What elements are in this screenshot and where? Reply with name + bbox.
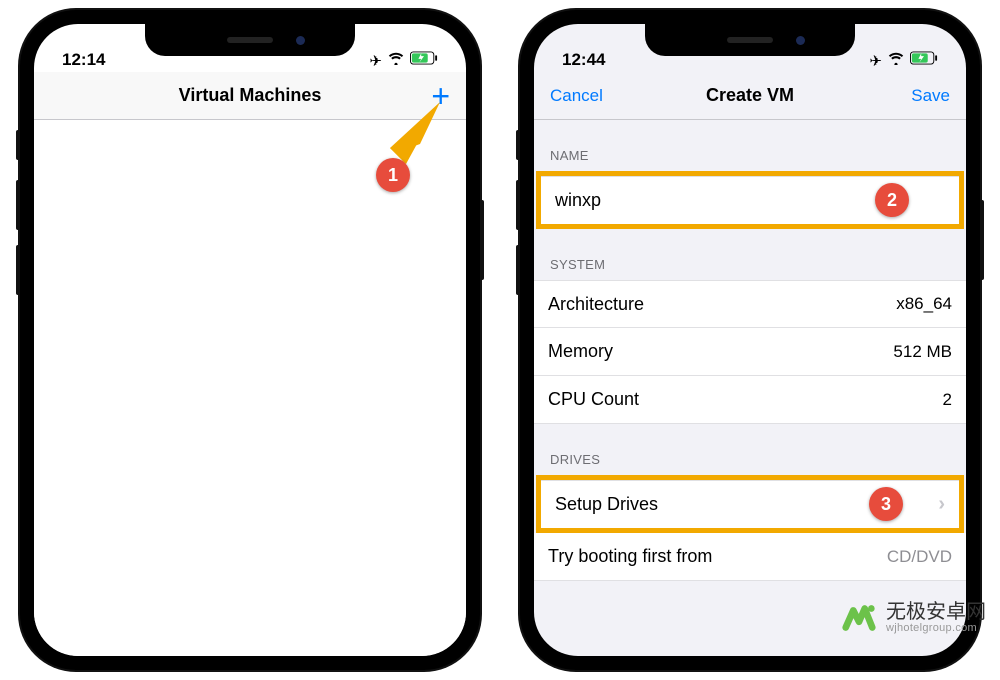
boot-order-cell[interactable]: Try booting first from CD/DVD xyxy=(534,533,966,581)
memory-label: Memory xyxy=(548,341,613,362)
cpu-count-value: 2 xyxy=(943,390,952,410)
phone-mockup-left: 12:14 ✈ Virtual Machines + xyxy=(20,10,480,670)
section-header-system: SYSTEM xyxy=(534,229,966,280)
name-cell: winxp 2 xyxy=(541,176,959,224)
page-title: Create VM xyxy=(706,85,794,106)
chevron-right-icon: › xyxy=(938,493,945,516)
navigation-bar: Cancel Create VM Save xyxy=(534,72,966,120)
cpu-count-cell[interactable]: CPU Count 2 xyxy=(534,376,966,424)
setup-drives-cell[interactable]: Setup Drives 3 › xyxy=(541,480,959,528)
watermark: 无极安卓网 wjhotelgroup.com xyxy=(840,599,986,637)
section-header-drives: DRIVES xyxy=(534,424,966,475)
vm-list-empty xyxy=(34,120,466,656)
watermark-logo-icon xyxy=(840,599,878,637)
power-button xyxy=(480,200,484,280)
callout-badge-3: 3 xyxy=(869,487,903,521)
mute-switch xyxy=(516,130,520,160)
watermark-text: 无极安卓网 xyxy=(886,602,986,623)
section-header-name: NAME xyxy=(534,120,966,171)
notch xyxy=(145,24,355,56)
airplane-mode-icon: ✈ xyxy=(869,52,882,70)
save-button[interactable]: Save xyxy=(911,86,950,106)
cancel-button[interactable]: Cancel xyxy=(550,86,603,106)
battery-charging-icon xyxy=(410,51,438,70)
cpu-count-label: CPU Count xyxy=(548,389,639,410)
volume-down-button xyxy=(516,245,520,295)
callout-badge-1: 1 xyxy=(376,158,410,192)
mute-switch xyxy=(16,130,20,160)
architecture-label: Architecture xyxy=(548,294,644,315)
boot-order-label: Try booting first from xyxy=(548,546,712,567)
wifi-icon xyxy=(388,51,404,70)
setup-drives-label: Setup Drives xyxy=(555,494,658,515)
notch xyxy=(645,24,855,56)
airplane-mode-icon: ✈ xyxy=(369,52,382,70)
volume-up-button xyxy=(516,180,520,230)
power-button xyxy=(980,200,984,280)
phone-mockup-right: 12:44 ✈ Cancel Create VM Save NAME xyxy=(520,10,980,670)
architecture-cell[interactable]: Architecture x86_64 xyxy=(534,280,966,328)
watermark-url: wjhotelgroup.com xyxy=(886,623,986,635)
memory-value: 512 MB xyxy=(893,342,952,362)
volume-down-button xyxy=(16,245,20,295)
architecture-value: x86_64 xyxy=(896,294,952,314)
form-content: NAME winxp 2 SYSTEM Architecture x86_64 … xyxy=(534,120,966,581)
memory-cell[interactable]: Memory 512 MB xyxy=(534,328,966,376)
status-time: 12:14 xyxy=(62,50,105,70)
battery-charging-icon xyxy=(910,51,938,70)
highlight-name-field: winxp 2 xyxy=(536,171,964,229)
callout-badge-2: 2 xyxy=(875,183,909,217)
page-title: Virtual Machines xyxy=(179,85,322,106)
wifi-icon xyxy=(888,51,904,70)
volume-up-button xyxy=(16,180,20,230)
status-time: 12:44 xyxy=(562,50,605,70)
boot-order-value: CD/DVD xyxy=(887,547,952,567)
highlight-setup-drives: Setup Drives 3 › xyxy=(536,475,964,533)
